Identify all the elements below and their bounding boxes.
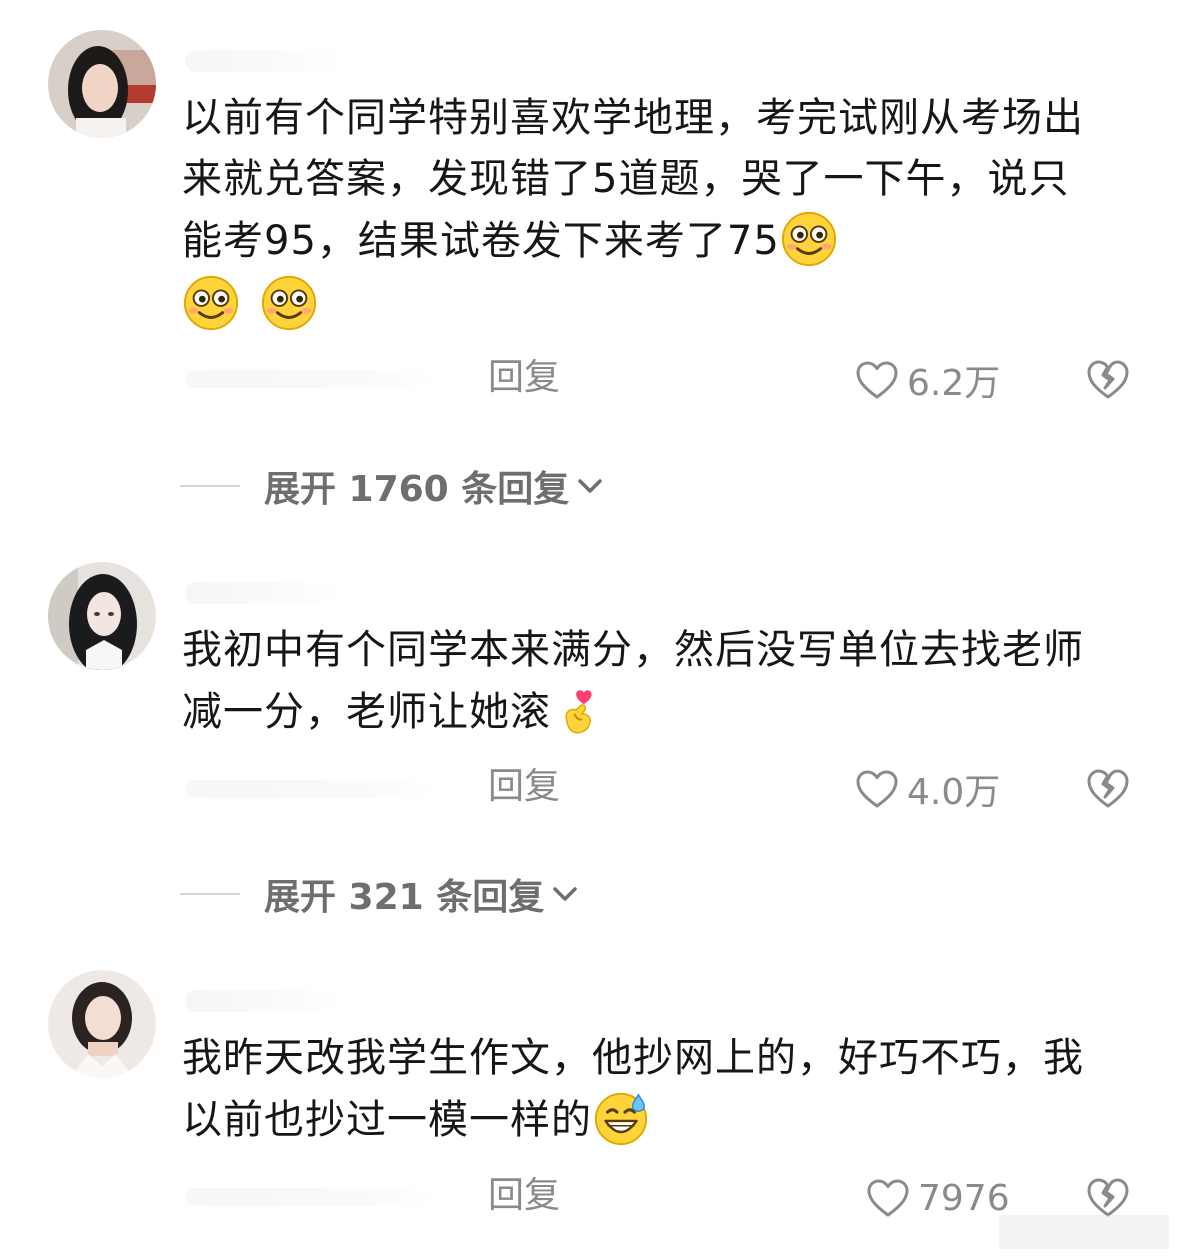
- like-count: 7976: [918, 1177, 1010, 1219]
- heart-icon: [856, 770, 898, 808]
- expand-replies-button[interactable]: 展开 321 条回复: [180, 872, 580, 918]
- finger-heart-emoji: [551, 681, 609, 739]
- comment-meta: [185, 780, 435, 798]
- trailing-emojis: [182, 274, 1102, 336]
- like-count: 6.2万: [907, 363, 1001, 404]
- expand-replies-button[interactable]: 展开 1760 条回复: [180, 464, 605, 510]
- reply-button[interactable]: 回复: [488, 1174, 560, 1218]
- username: [185, 50, 345, 72]
- broken-heart-icon: [1087, 360, 1129, 399]
- like-button[interactable]: 7976: [866, 1176, 1010, 1220]
- comment-text-content: 我初中有个同学本来满分，然后没写单位去找老师减一分，老师让她滚: [182, 627, 1084, 735]
- expand-replies-label: 展开 1760 条回复: [264, 469, 570, 510]
- comment-meta: [185, 1188, 435, 1206]
- username: [185, 990, 345, 1012]
- grin-sweat-emoji: [592, 1089, 650, 1147]
- dislike-button[interactable]: [1086, 1176, 1130, 1220]
- chevron-down-icon: [553, 887, 577, 901]
- like-button[interactable]: 6.2万: [855, 358, 1000, 404]
- expand-replies-label: 展开 321 条回复: [264, 877, 545, 918]
- comment-text: 我初中有个同学本来满分，然后没写单位去找老师减一分，老师让她滚: [182, 620, 1102, 743]
- dislike-button[interactable]: [1086, 358, 1130, 402]
- heart-icon: [856, 361, 898, 399]
- avatar[interactable]: [48, 30, 156, 138]
- broken-heart-icon: [1087, 1178, 1129, 1217]
- reply-button[interactable]: 回复: [488, 356, 560, 400]
- dislike-button[interactable]: [1086, 767, 1130, 811]
- smile-emoji: [260, 274, 318, 332]
- avatar[interactable]: [48, 562, 156, 670]
- comment-text-content: 以前有个同学特别喜欢学地理，考完试刚从考场出来就兑答案，发现错了5道题，哭了一下…: [182, 95, 1084, 264]
- reply-button[interactable]: 回复: [488, 765, 560, 809]
- comment-text: 以前有个同学特别喜欢学地理，考完试刚从考场出来就兑答案，发现错了5道题，哭了一下…: [182, 88, 1102, 336]
- broken-heart-icon: [1087, 769, 1129, 808]
- smile-emoji: [780, 210, 838, 268]
- like-button[interactable]: 4.0万: [855, 767, 1000, 813]
- comment-text: 我昨天改我学生作文，他抄网上的，好巧不巧，我以前也抄过一模一样的: [182, 1028, 1102, 1151]
- like-count: 4.0万: [907, 772, 1001, 813]
- divider: [180, 893, 240, 895]
- avatar[interactable]: [48, 970, 156, 1078]
- watermark: [999, 1215, 1169, 1249]
- smile-emoji: [182, 274, 240, 332]
- chevron-down-icon: [578, 479, 603, 493]
- comment-meta: [185, 370, 435, 388]
- heart-icon: [867, 1179, 909, 1217]
- divider: [180, 485, 240, 487]
- username: [185, 582, 345, 604]
